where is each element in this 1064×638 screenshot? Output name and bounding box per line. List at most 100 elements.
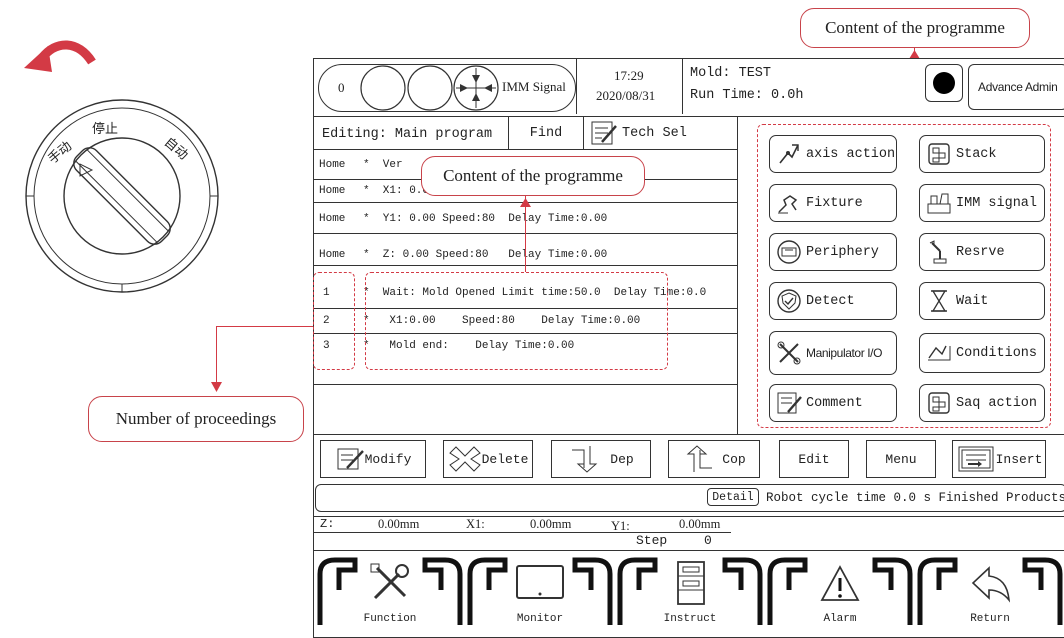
cycle-status: Robot cycle time 0.0 s Finished Products… xyxy=(766,491,1064,505)
wait-button[interactable]: Wait xyxy=(919,282,1045,320)
run-time: Run Time: 0.0h xyxy=(690,88,804,103)
axis-action-label: axis action xyxy=(806,146,896,162)
fixture-icon xyxy=(778,195,798,214)
imm-signal-button[interactable]: IMM signal xyxy=(919,184,1045,222)
tech-sel-button[interactable]: Tech Sel xyxy=(590,118,730,148)
insert-button[interactable]: Insert xyxy=(952,440,1046,478)
stack-button[interactable]: Stack xyxy=(919,135,1045,173)
clock-time: 17:29 xyxy=(614,68,644,83)
hourglass-icon xyxy=(931,290,947,312)
program-content-highlight xyxy=(365,272,668,370)
return-nav-button[interactable]: Return xyxy=(917,556,1063,625)
instruct-nav-button[interactable]: Instruct xyxy=(617,556,763,625)
row-number: Home xyxy=(319,249,346,261)
conditions-label: Conditions xyxy=(956,345,1038,361)
detail-label: Detail xyxy=(712,490,754,504)
x1-value: 0.00mm xyxy=(530,517,572,531)
manipulator-io-button[interactable]: Manipulator I/O xyxy=(769,331,897,375)
clock-date: 2020/08/31 xyxy=(596,88,656,103)
detail-button[interactable]: Detail xyxy=(707,488,759,506)
monitor-nav-label: Monitor xyxy=(516,613,564,625)
comment-button[interactable]: Comment xyxy=(769,384,897,422)
row-content: * Y1: 0.00 Speed:80 Delay Time:0.00 xyxy=(363,213,608,225)
dep-button[interactable]: Dep xyxy=(551,440,651,478)
callout-arrowhead-icon xyxy=(211,382,222,392)
modify-button[interactable]: Modify xyxy=(320,440,426,478)
cop-button[interactable]: Cop xyxy=(668,440,760,478)
manipulator-io-icon xyxy=(777,341,801,365)
callout-leader-line xyxy=(216,326,217,384)
dial-graphic xyxy=(25,99,219,293)
z-label: Z: xyxy=(320,517,335,531)
proceedings-number-highlight xyxy=(313,272,355,370)
alarm-nav-button[interactable]: Alarm xyxy=(767,556,913,625)
monitor-nav-button[interactable]: Monitor xyxy=(467,556,613,625)
saq-action-button[interactable]: Saq action xyxy=(919,384,1045,422)
delete-button[interactable]: Delete xyxy=(443,440,533,478)
callout-leader-line xyxy=(216,326,314,327)
rotate-arrow-icon xyxy=(24,40,96,72)
function-nav-label: Function xyxy=(363,613,417,625)
row-content: * Z: 0.00 Speed:80 Delay Time:0.00 xyxy=(363,249,608,261)
periphery-icon xyxy=(777,240,801,264)
detect-icon xyxy=(777,289,801,313)
axis-action-icon xyxy=(779,144,799,164)
comment-icon xyxy=(777,392,802,414)
dial-label-stop: 停止 xyxy=(92,122,119,137)
alarm-nav-label: Alarm xyxy=(823,613,857,625)
record-icon xyxy=(933,72,955,94)
proceedings-callout: Number of proceedings xyxy=(88,396,304,442)
menu-label: Menu xyxy=(885,451,917,467)
tools-icon xyxy=(370,563,409,600)
user-label: Advance Admin xyxy=(978,80,1058,94)
periphery-button[interactable]: Periphery xyxy=(769,233,897,271)
fixture-button[interactable]: Fixture xyxy=(769,184,897,222)
return-nav-label: Return xyxy=(970,613,1010,625)
callout-arrowhead-icon xyxy=(520,198,531,207)
conditions-icon xyxy=(928,345,951,361)
conditions-button[interactable]: Conditions xyxy=(919,333,1045,373)
lamp-1-icon xyxy=(360,65,406,111)
delete-label: Delete xyxy=(481,451,529,467)
instruct-nav-label: Instruct xyxy=(663,613,717,625)
mode-dial[interactable]: 停止 手动 自动 xyxy=(22,96,222,296)
find-button[interactable]: Find xyxy=(509,117,583,149)
reserve-button[interactable]: Resrve xyxy=(919,233,1045,271)
programme-content-callout: Content of the programme xyxy=(800,8,1030,48)
delete-icon xyxy=(448,446,481,472)
counter-value: 0 xyxy=(338,80,345,95)
bottom-nav: Function Monitor Instruct Alarm Return xyxy=(313,554,1064,625)
imm-signal-label: IMM Signal xyxy=(502,79,566,94)
file-cabinet-icon xyxy=(677,561,705,605)
stack-label: Stack xyxy=(956,146,997,162)
function-nav-button[interactable]: Function xyxy=(317,556,463,625)
move-down-icon xyxy=(572,446,598,473)
detect-label: Detect xyxy=(806,293,855,309)
axis-action-button[interactable]: axis action xyxy=(769,135,897,173)
row-number: Home xyxy=(319,159,346,171)
modify-icon xyxy=(337,448,364,470)
fixture-label: Fixture xyxy=(806,195,863,211)
periphery-label: Periphery xyxy=(806,244,879,260)
programme-content-callout: Content of the programme xyxy=(421,156,645,196)
saq-action-icon xyxy=(928,392,950,414)
detect-button[interactable]: Detect xyxy=(769,282,897,320)
modify-label: Modify xyxy=(364,451,412,467)
edit-button[interactable]: Edit xyxy=(779,440,849,478)
comment-label: Comment xyxy=(806,395,863,411)
signal-lamps xyxy=(360,65,499,111)
step-label: Step xyxy=(636,533,668,548)
tech-sel-icon xyxy=(591,121,617,145)
callout-leader-line xyxy=(525,196,526,272)
insert-icon xyxy=(958,446,994,472)
stack-icon xyxy=(928,143,950,165)
record-button[interactable] xyxy=(925,64,963,102)
imm-signal-label: IMM signal xyxy=(956,195,1038,211)
x1-label: X1: xyxy=(466,517,485,531)
row-number: Home xyxy=(319,185,346,197)
row-number: Home xyxy=(319,213,346,225)
edit-label: Edit xyxy=(798,451,830,467)
lamp-2-icon xyxy=(407,65,453,111)
tech-sel-label: Tech Sel xyxy=(622,125,687,141)
menu-button[interactable]: Menu xyxy=(866,440,936,478)
